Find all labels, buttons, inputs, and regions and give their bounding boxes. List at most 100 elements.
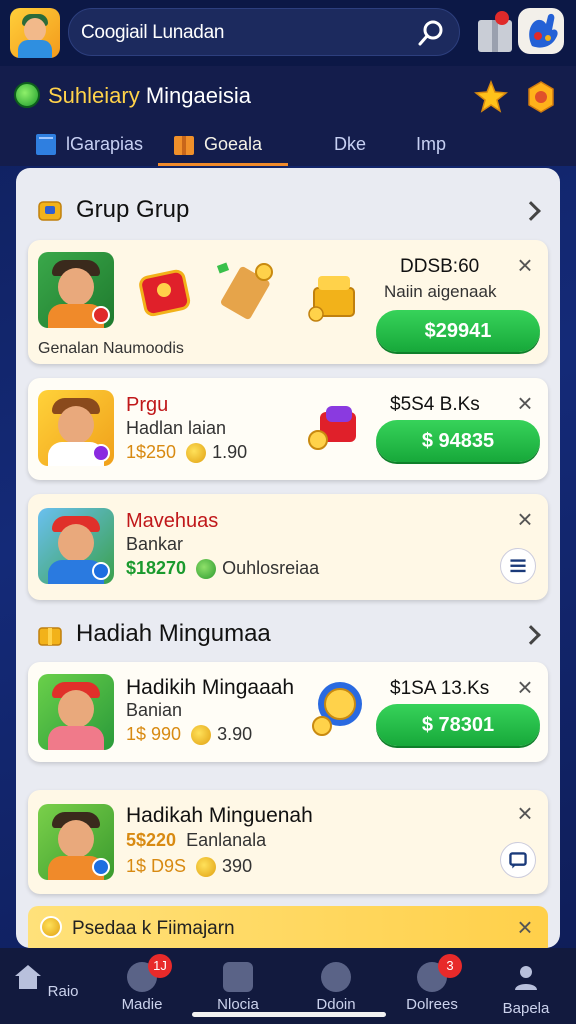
mini-badge-icon <box>92 306 110 324</box>
chevron-right-icon[interactable] <box>521 201 541 221</box>
chat-button[interactable] <box>500 842 536 878</box>
coin-icon <box>191 725 212 746</box>
chevron-right-icon[interactable] <box>521 625 541 645</box>
card-title: Hadikah Minguenah <box>126 804 313 827</box>
search-input[interactable]: Coogiail Lunadan <box>81 22 224 44</box>
brand-title-white: Mingaeisia <box>145 83 252 108</box>
apps-button[interactable] <box>518 8 564 54</box>
green-coin-icon <box>196 559 217 580</box>
coin-stack-icon <box>312 682 362 736</box>
medal-icon[interactable] <box>524 80 558 114</box>
nav-label: Raio <box>47 983 79 1000</box>
card-caption: Genalan Naumoodis <box>38 340 184 357</box>
globe-icon <box>321 962 351 992</box>
offer-card-3[interactable]: Mavehuas Bankar $18270 Ouhlosreiaa × <box>28 494 548 600</box>
card-subtitle: Bankar <box>126 534 184 554</box>
close-icon[interactable]: × <box>514 914 536 940</box>
home-indicator[interactable] <box>192 1012 386 1017</box>
close-icon[interactable]: × <box>514 390 536 416</box>
offer-card-4[interactable]: Hadikih Mingaaah Banian 1$ 990 3.90 $1SA … <box>28 662 548 762</box>
tab-garapias[interactable]: lGarapias <box>34 122 143 166</box>
buy-button[interactable]: $ 94835 <box>376 420 540 462</box>
profile-icon <box>515 966 537 990</box>
card-sub-row: 5$220 Eanlanala <box>126 830 266 851</box>
close-icon[interactable]: × <box>514 506 536 532</box>
card-price-row: $18270 Ouhlosreiaa <box>126 558 319 580</box>
search-icon[interactable] <box>417 19 445 47</box>
card-price-label: $1SA 13.Ks <box>390 678 490 699</box>
coin-value: 1.90 <box>212 442 248 462</box>
card-price: 1$ 990 <box>126 724 182 744</box>
card-price-row: 1$250 1.90 <box>126 442 248 464</box>
thumb-body <box>48 726 104 750</box>
section-header-hadiah[interactable]: Hadiah Mingumaa <box>36 620 271 648</box>
brand-logo-icon <box>14 82 40 108</box>
card-subtitle: Hadlan laian <box>126 418 227 438</box>
promo-strip[interactable]: Psedaa k Fiimajarn × <box>28 906 548 948</box>
card-thumbnail <box>38 674 114 750</box>
avatar-shirt <box>18 40 52 58</box>
card-thumbnail <box>38 804 114 880</box>
nav-item-ddoin[interactable]: Ddoin <box>296 958 376 1018</box>
tab-imp[interactable]: Imp <box>416 122 446 166</box>
buy-button[interactable]: $29941 <box>376 310 540 352</box>
card-subtitle: Banian <box>126 700 183 720</box>
treasure-icon <box>38 201 62 221</box>
coin-value: 3.90 <box>217 724 253 744</box>
star-icon[interactable] <box>474 80 508 114</box>
tab-dke[interactable]: Dke <box>334 122 366 166</box>
card-price-row: 1$ 990 3.90 <box>126 724 253 746</box>
nav-item-raio[interactable]: Raio <box>6 958 86 1018</box>
gift-box-icon[interactable] <box>476 10 514 54</box>
tab-label: lGarapias <box>66 133 144 154</box>
card-thumbnail <box>38 508 114 584</box>
nav-item-madie[interactable]: 1J Madie <box>102 954 182 1018</box>
offer-card-5[interactable]: Hadikah Minguenah 5$220 Eanlanala 1$ D9S 3… <box>28 790 548 894</box>
book-icon <box>36 134 56 155</box>
nav-item-bapela[interactable]: Bapela <box>486 958 566 1018</box>
buy-button[interactable]: $ 78301 <box>376 704 540 746</box>
offer-card-1[interactable]: DDSB:60 Naiin aigenaak $29941 Genalan Na… <box>28 240 548 364</box>
menu-button[interactable] <box>500 548 536 584</box>
camera-icon <box>223 962 253 992</box>
nav-label: Nlocia <box>217 996 259 1013</box>
profile-avatar[interactable] <box>10 8 60 58</box>
mini-badge-icon <box>92 444 110 462</box>
avatar-head <box>24 18 46 42</box>
chat-icon <box>509 852 527 869</box>
mini-badge-icon <box>92 562 110 580</box>
close-icon[interactable]: × <box>514 800 536 826</box>
card-title: Mavehuas <box>126 510 219 532</box>
section-header-grup[interactable]: Grup Grup <box>36 196 189 224</box>
tab-label: Imp <box>416 133 447 154</box>
nav-item-nlocia[interactable]: Nlocia <box>198 958 278 1018</box>
tab-label: Goeala <box>204 133 263 154</box>
brand-title: Suhleiary Mingaeisia <box>48 83 251 109</box>
offer-card-2[interactable]: Prgu Hadlan laian 1$250 1.90 $5S4 B.Ks $ … <box>28 378 548 480</box>
mini-badge-icon <box>92 858 110 876</box>
section-title: Grup Grup <box>76 196 190 223</box>
card-small-price: 5$220 <box>126 830 177 850</box>
gift-bundle-icon <box>308 406 356 450</box>
nav-label: Bapela <box>502 1000 550 1017</box>
hand-logo-icon <box>529 13 558 48</box>
close-icon[interactable]: × <box>514 674 536 700</box>
card-sub-label: Naiin aigenaak <box>384 282 497 301</box>
brand-title-yellow: Suhleiary <box>48 83 140 108</box>
nav-label: Dolrees <box>406 996 458 1013</box>
close-icon[interactable]: × <box>514 252 536 278</box>
section-title: Hadiah Mingumaa <box>76 620 271 647</box>
tab-goeala[interactable]: Goeala <box>172 122 262 166</box>
red-gift-icon <box>139 269 191 317</box>
nav-item-dolrees[interactable]: 3 Dolrees <box>392 954 472 1018</box>
header-row: Suhleiary Mingaeisia lGarapias Goeala Dk… <box>0 66 576 166</box>
coin-icon <box>196 857 217 878</box>
menu-icon <box>510 559 526 573</box>
thumb-face <box>58 820 94 858</box>
card-thumbnail <box>38 390 114 466</box>
card-subtitle: Eanlanala <box>186 830 267 850</box>
nav-label: Ddoin <box>316 996 356 1013</box>
search-bar[interactable]: Coogiail Lunadan <box>68 8 460 56</box>
home-icon <box>15 965 42 989</box>
coin-icon <box>40 916 62 938</box>
